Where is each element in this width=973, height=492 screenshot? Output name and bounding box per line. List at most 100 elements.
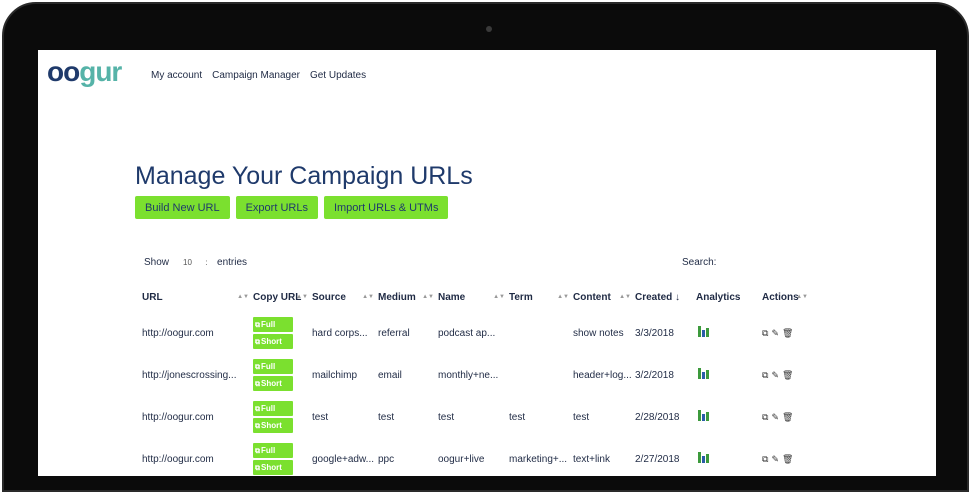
- show-label: Show: [144, 257, 170, 268]
- entries-control: Show 10 : entries: [144, 257, 247, 268]
- analytics-cell: [696, 396, 762, 438]
- copy-icon: ⧉: [255, 465, 260, 472]
- copy-url-cell: ⧉Full ⧉Short: [253, 312, 312, 354]
- camera-icon: [486, 26, 492, 32]
- copy-full-button[interactable]: ⧉Full: [253, 317, 293, 332]
- analytics-chart-icon[interactable]: [698, 452, 709, 463]
- trash-icon[interactable]: 🗑: [782, 370, 793, 381]
- source-cell: test: [312, 411, 329, 423]
- source-cell: hard corps...: [312, 327, 368, 339]
- created-cell: 2/28/2018: [635, 411, 680, 423]
- duplicate-icon[interactable]: ⧉: [762, 328, 768, 339]
- duplicate-icon[interactable]: ⧉: [762, 454, 768, 465]
- analytics-chart-icon[interactable]: [698, 326, 709, 337]
- name-cell: podcast ap...: [438, 327, 496, 339]
- campaign-table: URL ▲▼ Copy URL ▲▼ Source ▲▼ Medium ▲▼ Name ▲…: [142, 282, 812, 476]
- term-cell: test: [509, 411, 526, 423]
- col-term[interactable]: Term ▲▼: [509, 282, 573, 312]
- col-medium[interactable]: Medium ▲▼: [378, 282, 438, 312]
- duplicate-icon[interactable]: ⧉: [762, 370, 768, 381]
- nav-get-updates[interactable]: Get Updates: [310, 70, 366, 81]
- copy-url-cell: ⧉Full ⧉Short: [253, 354, 312, 396]
- analytics-cell: [696, 354, 762, 396]
- app-screen: oogur My account Campaign Manager Get Up…: [38, 50, 936, 476]
- top-nav: My account Campaign Manager Get Updates: [151, 70, 366, 81]
- content-cell: show notes: [573, 327, 624, 339]
- nav-campaign-manager[interactable]: Campaign Manager: [212, 70, 300, 81]
- entries-label: entries: [217, 257, 248, 268]
- oogur-logo[interactable]: oogur: [47, 56, 122, 88]
- import-urls-button[interactable]: Import URLs & UTMs: [323, 196, 449, 219]
- copy-icon: ⧉: [255, 448, 260, 455]
- table-row: http://oogur.com ⧉Full ⧉Short test test test t…: [142, 396, 812, 438]
- col-content[interactable]: Content ▲▼: [573, 282, 635, 312]
- term-cell: marketing+...: [509, 453, 568, 465]
- edit-icon[interactable]: ✎: [771, 370, 779, 381]
- edit-icon[interactable]: ✎: [771, 412, 779, 423]
- duplicate-icon[interactable]: ⧉: [762, 412, 768, 423]
- term-cell: [509, 354, 573, 396]
- action-buttons: Build New URL Export URLs Import URLs & …: [135, 196, 449, 219]
- analytics-chart-icon[interactable]: [698, 368, 709, 379]
- build-new-url-button[interactable]: Build New URL: [135, 196, 230, 219]
- copy-full-button[interactable]: ⧉Full: [253, 443, 293, 458]
- analytics-cell: [696, 438, 762, 476]
- name-cell: monthly+ne...: [438, 369, 499, 381]
- created-cell: 3/2/2018: [635, 369, 674, 381]
- analytics-chart-icon[interactable]: [698, 410, 709, 421]
- nav-my-account[interactable]: My account: [151, 70, 202, 81]
- copy-url-cell: ⧉Full ⧉Short: [253, 396, 312, 438]
- edit-icon[interactable]: ✎: [771, 454, 779, 465]
- copy-full-button[interactable]: ⧉Full: [253, 359, 293, 374]
- col-copy-url[interactable]: Copy URL ▲▼: [253, 282, 312, 312]
- sort-desc-icon: ↓: [675, 291, 681, 303]
- copy-short-button[interactable]: ⧉Short: [253, 418, 293, 433]
- copy-short-button[interactable]: ⧉Short: [253, 334, 293, 349]
- trash-icon[interactable]: 🗑: [782, 412, 793, 423]
- table-row: http://oogur.com ⧉Full ⧉Short hard corps...…: [142, 312, 812, 354]
- col-name[interactable]: Name ▲▼: [438, 282, 509, 312]
- actions-cell: ⧉ ✎ 🗑: [762, 396, 812, 438]
- col-created[interactable]: Created ↓: [635, 282, 696, 312]
- created-cell: 2/27/2018: [635, 453, 680, 465]
- table-header-row: URL ▲▼ Copy URL ▲▼ Source ▲▼ Medium ▲▼ Name ▲…: [142, 282, 812, 312]
- search-label: Search:: [682, 257, 717, 268]
- copy-icon: ⧉: [255, 322, 260, 329]
- col-source[interactable]: Source ▲▼: [312, 282, 378, 312]
- copy-icon: ⧉: [255, 406, 260, 413]
- copy-icon: ⧉: [255, 423, 260, 430]
- trash-icon[interactable]: 🗑: [782, 328, 793, 339]
- edit-icon[interactable]: ✎: [771, 328, 779, 339]
- medium-cell: referral: [378, 327, 410, 339]
- url-cell: http://oogur.com: [142, 327, 214, 339]
- entries-select[interactable]: 10 :: [183, 258, 213, 267]
- url-cell: http://oogur.com: [142, 411, 214, 423]
- copy-icon: ⧉: [255, 364, 260, 371]
- source-cell: mailchimp: [312, 369, 358, 381]
- export-urls-button[interactable]: Export URLs: [235, 196, 318, 219]
- copy-url-cell: ⧉Full ⧉Short: [253, 438, 312, 476]
- copy-full-button[interactable]: ⧉Full: [253, 401, 293, 416]
- copy-short-button[interactable]: ⧉Short: [253, 376, 293, 391]
- medium-cell: ppc: [378, 453, 395, 465]
- analytics-cell: [696, 312, 762, 354]
- content-cell: header+log...: [573, 369, 632, 381]
- medium-cell: test: [378, 411, 395, 423]
- name-cell: test: [438, 411, 455, 423]
- copy-icon: ⧉: [255, 381, 260, 388]
- col-analytics: Analytics: [696, 291, 741, 303]
- source-cell: google+adw...: [312, 453, 374, 465]
- col-url[interactable]: URL ▲▼: [142, 282, 253, 312]
- url-cell: http://jonescrossing...: [142, 369, 237, 381]
- table-row: http://jonescrossing... ⧉Full ⧉Short mailch…: [142, 354, 812, 396]
- trash-icon[interactable]: 🗑: [782, 454, 793, 465]
- col-actions: Actions ▲▼: [762, 291, 808, 303]
- copy-short-button[interactable]: ⧉Short: [253, 460, 293, 475]
- actions-cell: ⧉ ✎ 🗑: [762, 438, 812, 476]
- medium-cell: email: [378, 369, 402, 381]
- name-cell: oogur+live: [438, 453, 485, 465]
- created-cell: 3/3/2018: [635, 327, 674, 339]
- table-row: http://oogur.com ⧉Full ⧉Short google+adw...…: [142, 438, 812, 476]
- page-title: Manage Your Campaign URLs: [135, 162, 473, 190]
- copy-icon: ⧉: [255, 339, 260, 346]
